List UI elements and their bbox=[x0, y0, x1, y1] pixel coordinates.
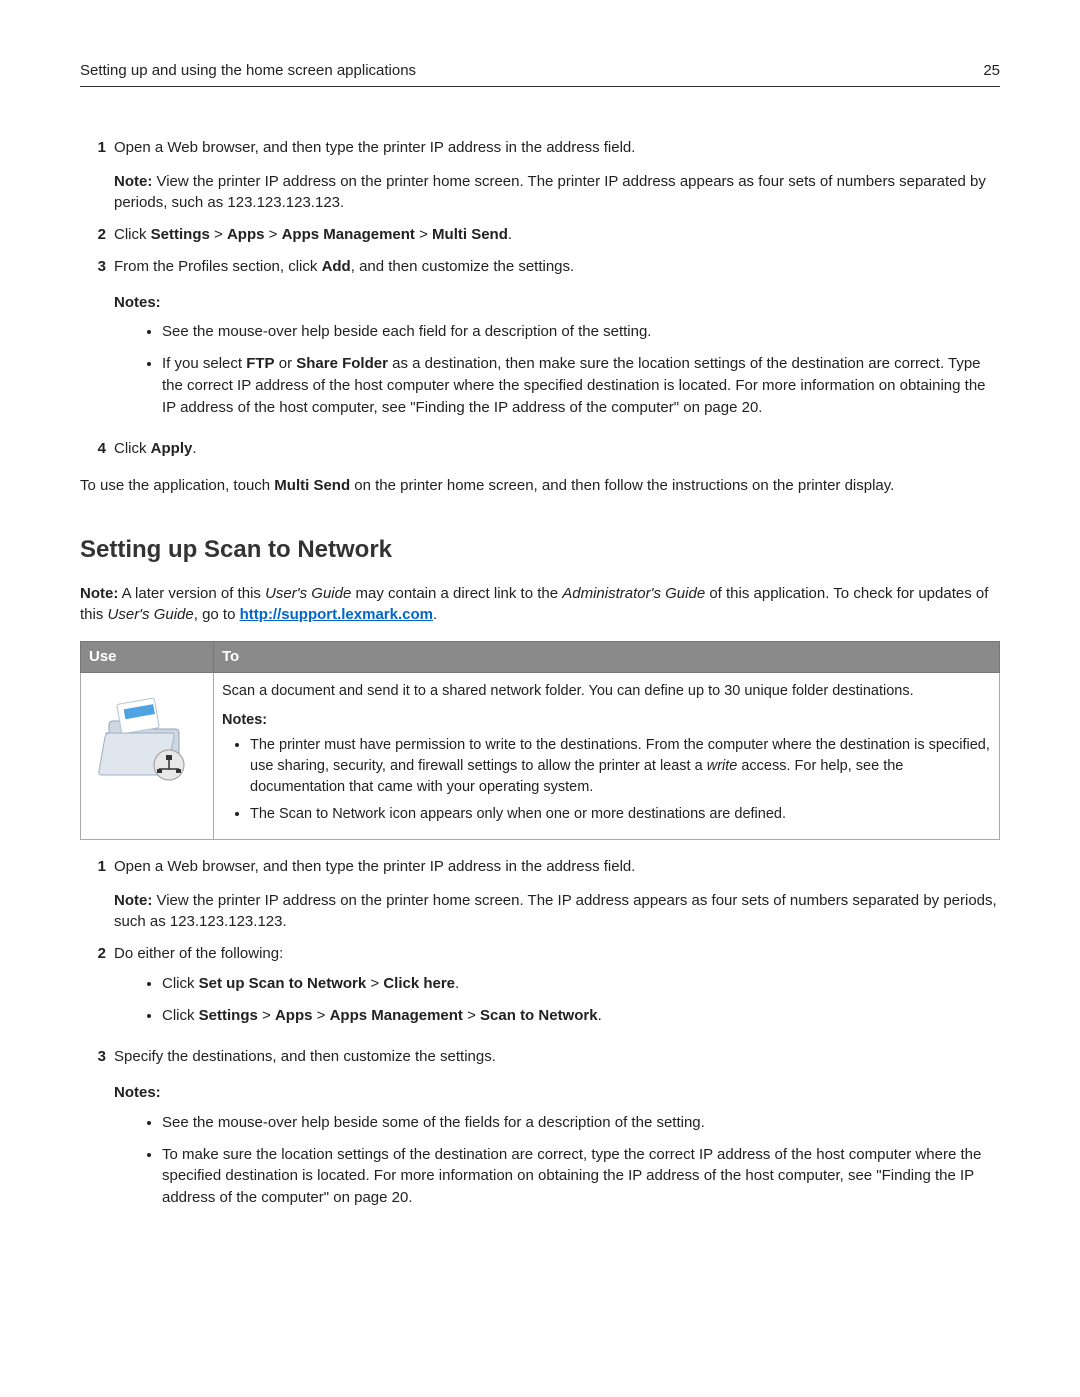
step-number: 3 bbox=[80, 1046, 114, 1219]
ui-label: Share Folder bbox=[296, 355, 388, 372]
ui-label: FTP bbox=[246, 355, 274, 372]
table-header-to: To bbox=[214, 642, 1000, 673]
ui-label: Multi Send bbox=[274, 477, 350, 494]
bullet-item: The Scan to Network icon appears only wh… bbox=[250, 804, 991, 825]
step-number: 1 bbox=[80, 856, 114, 933]
bullet-item: The printer must have permission to writ… bbox=[250, 735, 991, 798]
notes-bullets: See the mouse-over help beside some of t… bbox=[114, 1112, 1000, 1209]
header-title: Setting up and using the home screen app… bbox=[80, 60, 416, 82]
page-header: Setting up and using the home screen app… bbox=[80, 60, 1000, 87]
ui-label: Add bbox=[322, 258, 351, 275]
step-text: Do either of the following: bbox=[114, 945, 283, 962]
step-note: Note: View the printer IP address on the… bbox=[114, 171, 1000, 215]
feature-table: Use To Scan a document and bbox=[80, 641, 1000, 840]
step-text: From the Profiles section, click bbox=[114, 258, 322, 275]
menu-path: Apps bbox=[227, 226, 265, 243]
notes-bullets: See the mouse-over help beside each fiel… bbox=[114, 321, 1000, 418]
note-label: Note: bbox=[80, 585, 118, 602]
ui-label: Apply bbox=[151, 440, 193, 457]
table-description-cell: Scan a document and send it to a shared … bbox=[214, 672, 1000, 839]
step-number: 1 bbox=[80, 137, 114, 214]
note-label: Note: bbox=[114, 173, 152, 190]
bullet-item: To make sure the location settings of th… bbox=[162, 1144, 1000, 1209]
step-text: Open a Web browser, and then type the pr… bbox=[114, 858, 635, 875]
notes-label: Notes: bbox=[114, 292, 1000, 314]
steps-list-2: 1 Open a Web browser, and then type the … bbox=[80, 856, 1000, 1219]
table-header-use: Use bbox=[81, 642, 214, 673]
table-description: Scan a document and send it to a shared … bbox=[222, 681, 991, 702]
options-bullets: Click Set up Scan to Network > Click her… bbox=[114, 973, 1000, 1027]
header-page-number: 25 bbox=[983, 60, 1000, 82]
bullet-item: See the mouse-over help beside some of t… bbox=[162, 1112, 1000, 1134]
menu-path: Multi Send bbox=[432, 226, 508, 243]
step-number: 4 bbox=[80, 438, 114, 460]
section-note: Note: A later version of this User's Gui… bbox=[80, 583, 1000, 627]
step-text: Click bbox=[114, 226, 151, 243]
step-text: Specify the destinations, and then custo… bbox=[114, 1048, 496, 1065]
step-number: 2 bbox=[80, 224, 114, 246]
step-note: Note: View the printer IP address on the… bbox=[114, 890, 1000, 934]
bullet-item: If you select FTP or Share Folder as a d… bbox=[162, 353, 1000, 418]
section-heading: Setting up Scan to Network bbox=[80, 533, 1000, 568]
step-number: 2 bbox=[80, 943, 114, 1036]
menu-path: Settings bbox=[151, 226, 210, 243]
notes-label: Notes: bbox=[222, 710, 991, 731]
step-number: 3 bbox=[80, 256, 114, 429]
notes-label: Notes: bbox=[114, 1082, 1000, 1104]
note-label: Note: bbox=[114, 892, 152, 909]
steps-list-1: 1 Open a Web browser, and then type the … bbox=[80, 137, 1000, 460]
table-notes-bullets: The printer must have permission to writ… bbox=[222, 735, 991, 825]
note-text: View the printer IP address on the print… bbox=[114, 173, 986, 212]
menu-path: Apps Management bbox=[282, 226, 415, 243]
bullet-item: See the mouse-over help beside each fiel… bbox=[162, 321, 1000, 343]
bullet-item: Click Settings > Apps > Apps Management … bbox=[162, 1005, 1000, 1027]
step-text: Open a Web browser, and then type the pr… bbox=[114, 139, 635, 156]
bullet-item: Click Set up Scan to Network > Click her… bbox=[162, 973, 1000, 995]
table-icon-cell bbox=[81, 672, 214, 839]
paragraph: To use the application, touch Multi Send… bbox=[80, 475, 1000, 497]
scan-to-network-icon bbox=[97, 687, 197, 789]
support-link[interactable]: http://support.lexmark.com bbox=[240, 606, 433, 623]
